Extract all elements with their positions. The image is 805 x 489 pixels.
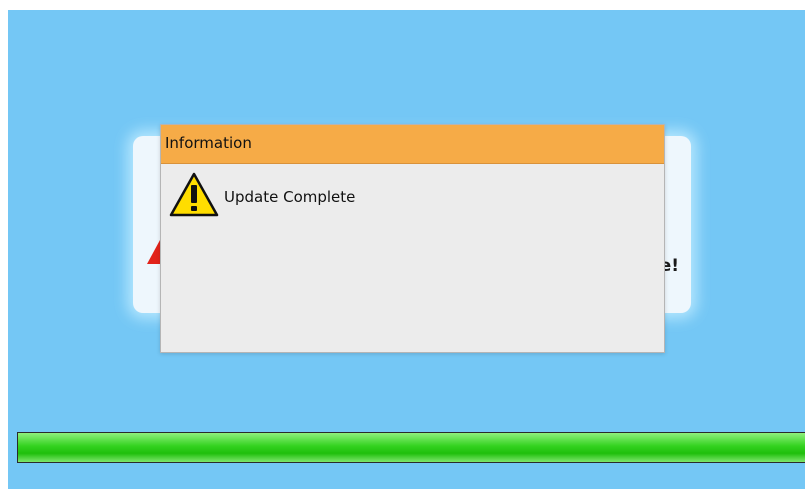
dialog-message: Update Complete (224, 188, 356, 206)
warning-icon (169, 172, 219, 218)
information-dialog: Information Update Complete (160, 124, 665, 353)
dialog-titlebar[interactable]: Information (161, 125, 664, 164)
progress-bar (17, 432, 805, 463)
dialog-title: Information (165, 134, 252, 152)
app-screen: e! Information Update Complete (8, 10, 805, 489)
